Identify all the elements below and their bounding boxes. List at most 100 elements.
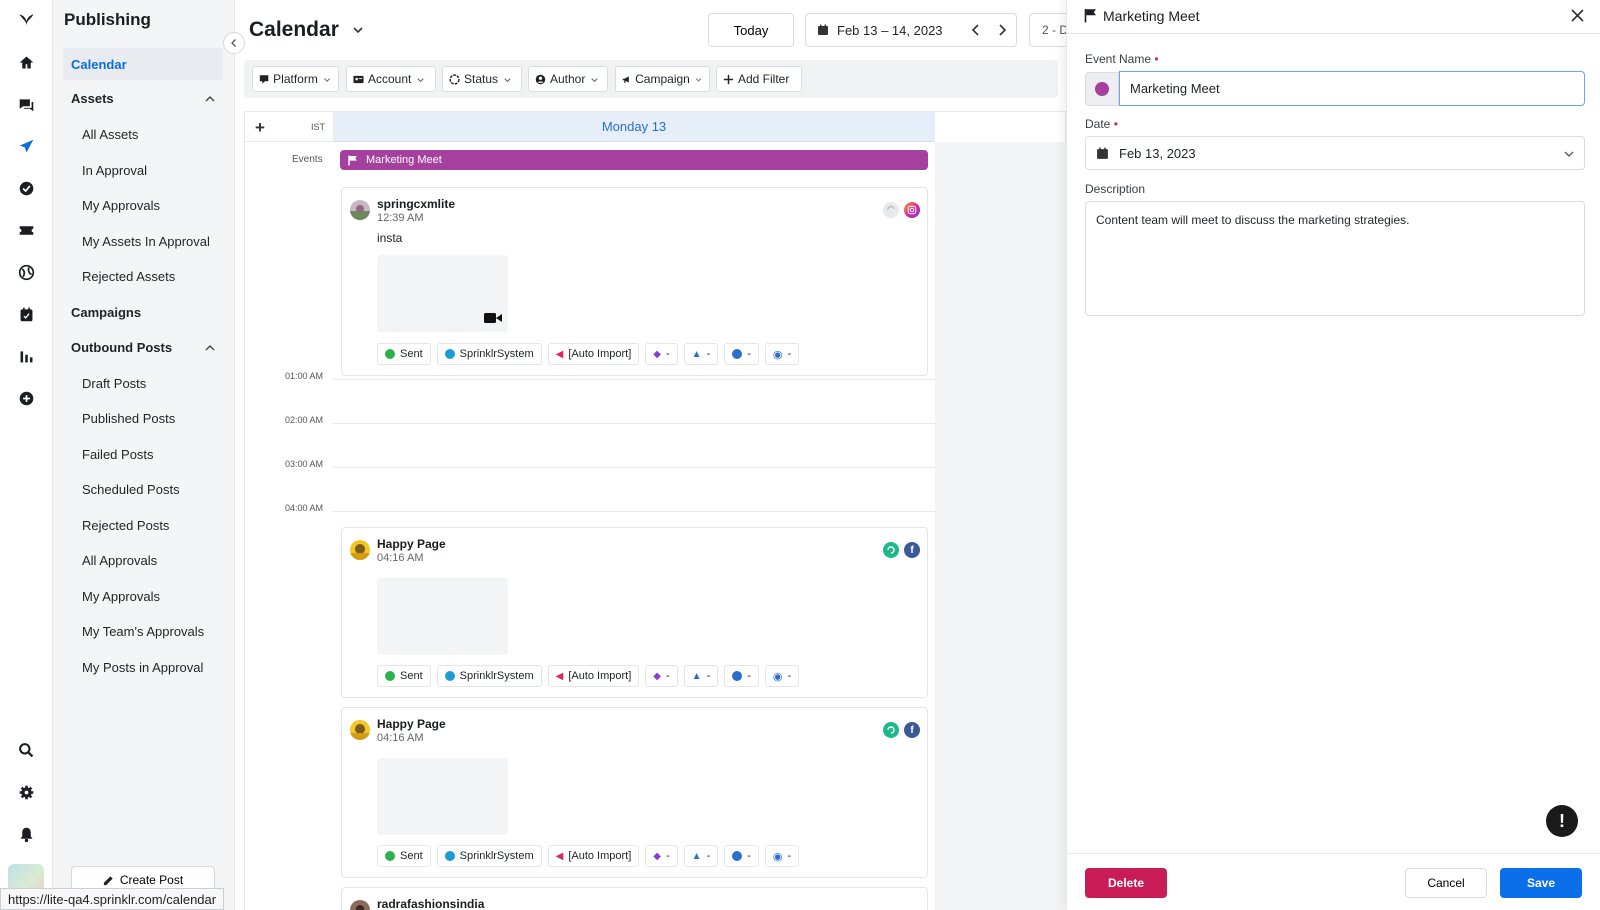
events-row-label: Events [292,154,323,165]
status-badge: Sent [377,665,431,687]
filter-bar: Platform Account Status Author Campaign … [244,60,1058,98]
sidebar-item-draft-posts[interactable]: Draft Posts [82,376,146,391]
eye-icon: ◉ [772,348,783,361]
sidebar-item-my-approvals-outbound[interactable]: My Approvals [82,589,160,604]
metric-value: - [747,670,751,682]
event-marketing-meet[interactable]: Marketing Meet [340,150,928,170]
sprinklr-logo-icon[interactable] [15,8,37,30]
globe-icon[interactable] [15,261,37,283]
publishing-icon[interactable] [15,135,37,157]
planner-icon[interactable] [15,303,37,325]
help-button[interactable]: ! [1546,805,1578,837]
panel-title: Marketing Meet [1103,8,1200,24]
filter-account[interactable]: Account [346,66,436,92]
chevron-up-icon[interactable] [204,93,216,105]
delete-button[interactable]: Delete [1085,868,1167,898]
facebook-icon: f [904,542,920,558]
post-media-thumbnail[interactable] [377,578,508,655]
save-button[interactable]: Save [1500,868,1582,898]
filter-status[interactable]: Status [442,66,522,92]
post-author: Happy Page [377,717,446,731]
filter-platform[interactable]: Platform [252,66,339,92]
event-details-panel: Marketing Meet Event Name • Date • Feb 1… [1066,0,1600,910]
notifications-icon[interactable] [15,823,37,845]
settings-icon[interactable] [15,781,37,803]
reports-icon[interactable] [15,345,37,367]
campaign-text: [Auto Import] [568,850,632,862]
tag-icon: ◆ [653,348,661,360]
chevron-up-icon[interactable] [204,342,216,354]
sprinklr-user-icon [444,851,455,861]
author-badge: SprinklrSystem [436,845,542,867]
sidebar-item-failed-posts[interactable]: Failed Posts [82,447,154,462]
event-name-input[interactable] [1119,71,1585,106]
thumbs-up-icon: ▲ [691,850,702,862]
comment-icon [732,851,743,861]
close-icon[interactable] [1570,8,1585,23]
post-card[interactable]: springcxmlite 12:39 AM insta Sent Sprink… [341,187,928,376]
sidebar-item-scheduled-posts[interactable]: Scheduled Posts [82,482,180,497]
sidebar-item-calendar[interactable]: Calendar [63,48,223,80]
create-post-label: Create Post [119,873,184,887]
megaphone-icon [622,75,629,83]
chevron-down-icon [695,77,702,82]
sidebar-item-my-teams-approvals[interactable]: My Team's Approvals [82,624,204,639]
sidebar-item-rejected-assets[interactable]: Rejected Assets [82,269,175,284]
home-icon[interactable] [15,51,37,73]
next-arrow-icon[interactable] [994,22,1010,38]
sidebar-item-campaigns[interactable]: Campaigns [71,305,141,320]
hour-label: 04:00 AM [285,503,324,513]
hour-label: 03:00 AM [285,459,324,469]
filter-author-label: Author [550,72,586,86]
metric-value: - [706,348,711,360]
chevron-down-icon[interactable] [352,24,364,36]
date-select[interactable]: Feb 13, 2023 [1085,136,1585,170]
date-range-picker[interactable]: Feb 13 – 14, 2023 [805,13,1017,47]
sidebar-section-outbound-posts[interactable]: Outbound Posts [71,340,172,355]
sidebar-item-my-assets-in-approval[interactable]: My Assets In Approval [82,234,210,249]
metric-value: - [787,670,792,682]
sidebar-item-rejected-posts[interactable]: Rejected Posts [82,518,169,533]
megaphone-icon: ◀ [555,670,564,682]
inbox-icon[interactable] [15,93,37,115]
approvals-icon[interactable] [15,177,37,199]
search-icon[interactable] [15,739,37,761]
add-icon[interactable] [15,387,37,409]
campaign-text: [Auto Import] [568,348,632,360]
previous-arrow-icon[interactable] [968,22,984,38]
today-button[interactable]: Today [708,13,794,47]
date-value: Feb 13, 2023 [1119,145,1196,161]
sidebar-item-in-approval[interactable]: In Approval [82,163,147,178]
view-selector[interactable]: 2 - D [1029,13,1066,47]
sidebar-item-all-approvals[interactable]: All Approvals [82,553,157,568]
post-media-thumbnail[interactable] [377,255,508,332]
date-range-label: Feb 13 – 14, 2023 [837,22,943,38]
sidebar-item-my-approvals[interactable]: My Approvals [82,198,160,213]
add-timezone-icon[interactable]: + [255,118,265,138]
cancel-button[interactable]: Cancel [1405,868,1487,898]
post-author: springcxmlite [377,197,456,211]
ticket-icon[interactable] [15,219,37,241]
sidebar-section-assets[interactable]: Assets [71,91,114,106]
collapse-sidebar-button[interactable] [223,32,245,54]
sync-icon [883,542,899,558]
post-card[interactable]: Happy Page 04:16 AM f Sent SprinklrSyste… [341,527,928,698]
post-card[interactable]: Happy Page 04:16 AM f Sent SprinklrSyste… [341,707,928,878]
add-filter-button[interactable]: Add Filter [716,66,802,92]
metric-value: - [666,850,670,862]
event-name-label-text: Event Name [1085,52,1152,66]
description-textarea[interactable]: Content team will meet to discuss the ma… [1085,201,1585,316]
post-card[interactable]: radrafashionsindia [341,887,928,910]
filter-campaign[interactable]: Campaign [615,66,710,92]
campaign-text: [Auto Import] [568,670,632,682]
filter-author[interactable]: Author [528,66,608,92]
day-header[interactable]: Monday 13 [333,112,935,142]
event-color-picker[interactable] [1085,72,1119,106]
filter-campaign-label: Campaign [635,72,690,86]
timezone-label: IST [311,122,326,132]
post-media-thumbnail[interactable] [377,758,508,835]
comment-icon [732,349,743,359]
sidebar-item-published-posts[interactable]: Published Posts [82,411,175,426]
sidebar-item-my-posts-in-approval[interactable]: My Posts in Approval [82,660,203,675]
sidebar-item-all-assets[interactable]: All Assets [82,127,138,142]
